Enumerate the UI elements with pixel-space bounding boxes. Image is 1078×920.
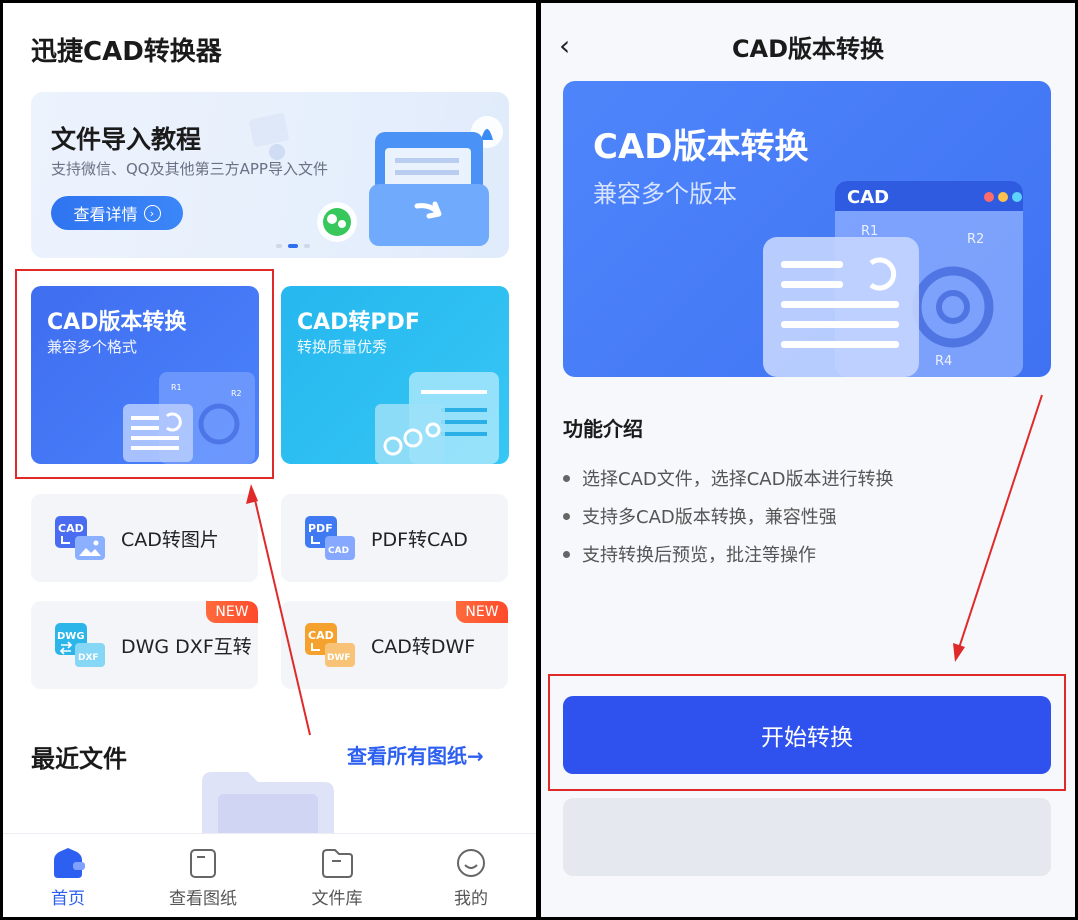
card-subtitle: 转换质量优秀 bbox=[297, 338, 388, 356]
drawing-icon bbox=[190, 849, 216, 878]
start-convert-button[interactable]: 开始转换 bbox=[563, 696, 1051, 774]
tab-home[interactable]: 首页 bbox=[18, 848, 118, 909]
folder-icon bbox=[322, 849, 353, 878]
carousel-indicator bbox=[276, 244, 310, 248]
tab-label: 查看图纸 bbox=[169, 889, 237, 909]
pdf-to-cad-icon: PDF CAD bbox=[305, 516, 355, 560]
svg-text:CAD: CAD bbox=[328, 546, 349, 556]
svg-text:R1: R1 bbox=[861, 224, 878, 239]
cad-to-image-card[interactable]: CAD CAD转图片 bbox=[31, 494, 258, 582]
features-title: 功能介绍 bbox=[563, 417, 643, 441]
feature-text: 选择CAD文件，选择CAD版本进行转换 bbox=[582, 469, 894, 490]
pdf-to-cad-card[interactable]: PDF CAD PDF转CAD bbox=[281, 494, 508, 582]
carousel-dot-active bbox=[288, 244, 298, 248]
bullet-icon bbox=[563, 550, 570, 558]
arrow-right-circle-icon: › bbox=[143, 204, 161, 222]
svg-text:PDF: PDF bbox=[308, 522, 333, 535]
cad-to-dwf-icon: CAD DWF bbox=[305, 623, 355, 667]
carousel-dot bbox=[304, 244, 310, 248]
tab-view-drawings[interactable]: 查看图纸 bbox=[153, 848, 253, 909]
empty-folder-illustration bbox=[202, 772, 334, 838]
profile-icon bbox=[457, 849, 485, 877]
new-badge: NEW bbox=[206, 601, 258, 623]
view-details-label: 查看详情 bbox=[73, 205, 138, 224]
hero-subtitle: 兼容多个版本 bbox=[593, 180, 737, 208]
tab-label: 文件库 bbox=[311, 889, 363, 909]
view-details-button[interactable]: 查看详情 › bbox=[51, 196, 183, 230]
pdf-document-illustration bbox=[375, 372, 499, 464]
folder-illustration bbox=[249, 113, 503, 246]
cad-to-image-icon: CAD bbox=[55, 516, 105, 560]
svg-text:CAD: CAD bbox=[58, 522, 84, 535]
tab-label: 首页 bbox=[51, 889, 85, 909]
view-all-drawings-link[interactable]: 查看所有图纸→ bbox=[347, 740, 484, 769]
cad-to-dwf-card[interactable]: CAD DWF CAD转DWF NEW bbox=[281, 601, 508, 689]
home-icon bbox=[54, 848, 85, 878]
bullet-icon bbox=[563, 474, 570, 482]
app-title: 迅捷CAD转换器 bbox=[31, 37, 222, 67]
bottom-placeholder-block bbox=[563, 798, 1051, 876]
home-screen: 迅捷CAD转换器 文件导入教程 支持微信、QQ及其他第三方APP导入文件 查看详… bbox=[3, 3, 536, 917]
svg-text:CAD: CAD bbox=[308, 629, 334, 642]
svg-text:R2: R2 bbox=[967, 232, 984, 247]
import-tutorial-banner[interactable]: 文件导入教程 支持微信、QQ及其他第三方APP导入文件 查看详情 › bbox=[31, 92, 509, 258]
svg-text:CAD: CAD bbox=[847, 187, 889, 208]
bullet-icon bbox=[563, 512, 570, 520]
feature-item: 选择CAD文件，选择CAD版本进行转换 bbox=[563, 465, 893, 491]
carousel-dot bbox=[276, 244, 282, 248]
feature-item: 支持多CAD版本转换，兼容性强 bbox=[563, 503, 837, 529]
svg-text:DWG: DWG bbox=[57, 631, 85, 642]
feature-text: 支持转换后预览，批注等操作 bbox=[582, 545, 816, 566]
feature-item: 支持转换后预览，批注等操作 bbox=[563, 541, 816, 567]
hero-banner: CAD版本转换 兼容多个版本 CAD R1 R2 R4 bbox=[563, 81, 1051, 377]
tab-file-library[interactable]: 文件库 bbox=[287, 848, 387, 909]
tab-profile[interactable]: 我的 bbox=[421, 848, 521, 909]
card-title: CAD转PDF bbox=[297, 310, 420, 335]
highlight-box-cad-version bbox=[15, 269, 274, 479]
banner-title: 文件导入教程 bbox=[51, 125, 202, 154]
cad-to-pdf-card[interactable]: CAD转PDF 转换质量优秀 bbox=[281, 286, 509, 464]
bottom-tab-bar: 首页 查看图纸 文件库 我的 bbox=[3, 833, 536, 917]
cad-window-illustration: CAD R1 R2 R4 bbox=[763, 181, 1023, 377]
cad-version-convert-screen: ‹ CAD版本转换 CAD版本转换 兼容多个版本 CAD R1 R2 R4 功能… bbox=[541, 3, 1075, 917]
page-title: CAD版本转换 bbox=[731, 35, 885, 63]
tool-label: CAD转图片 bbox=[121, 528, 219, 551]
hero-title: CAD版本转换 bbox=[593, 127, 809, 167]
tool-label: PDF转CAD bbox=[371, 528, 468, 551]
recent-files-title: 最近文件 bbox=[31, 745, 127, 773]
svg-text:DXF: DXF bbox=[78, 653, 99, 663]
svg-text:DWF: DWF bbox=[327, 653, 351, 663]
dwg-dxf-icon: DWG DXF bbox=[55, 623, 105, 667]
new-badge: NEW bbox=[456, 601, 508, 623]
tab-label: 我的 bbox=[454, 889, 488, 909]
svg-text:R4: R4 bbox=[935, 354, 952, 369]
feature-text: 支持多CAD版本转换，兼容性强 bbox=[582, 507, 837, 528]
dwg-dxf-convert-card[interactable]: DWG DXF DWG DXF互转 NEW bbox=[31, 601, 258, 689]
